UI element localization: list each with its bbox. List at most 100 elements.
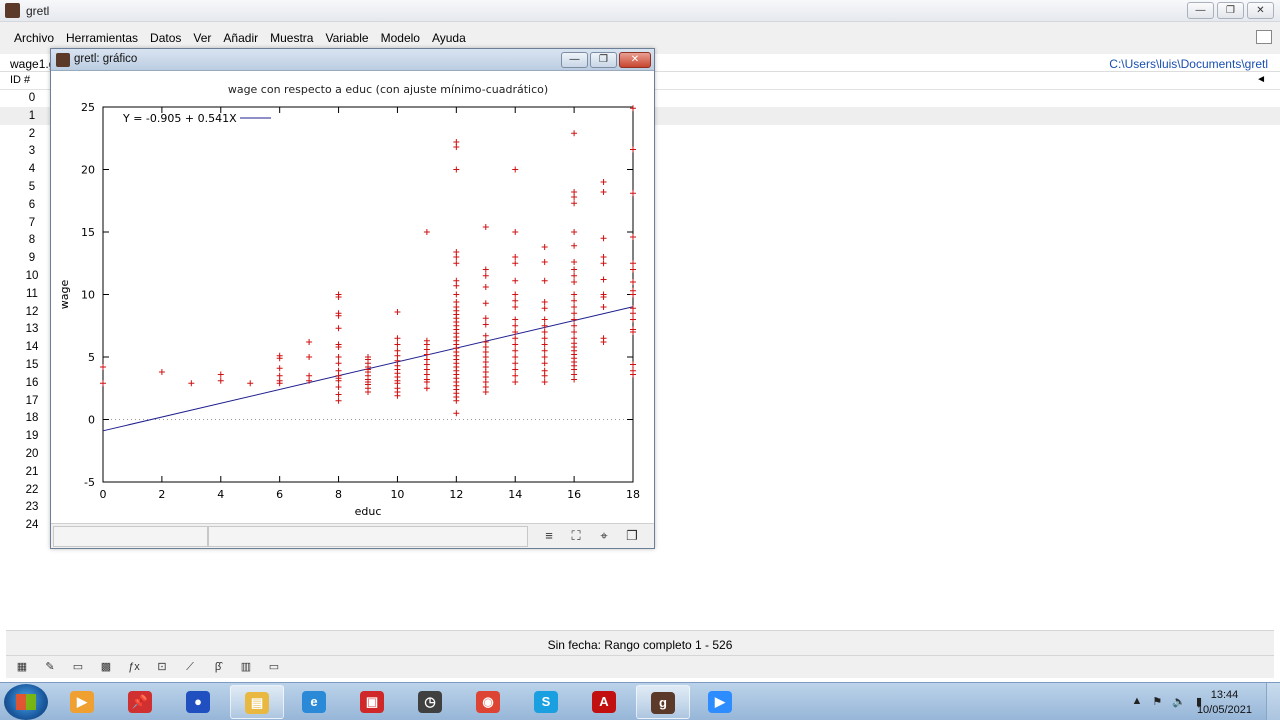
clock[interactable]: 13:44 10/05/2021: [1197, 688, 1252, 718]
data-point: [512, 354, 519, 360]
data-point: [482, 266, 489, 273]
data-point: [600, 276, 607, 283]
database-icon[interactable]: ▥: [238, 659, 254, 675]
taskbar-video-app[interactable]: ▣: [346, 685, 400, 719]
menu-ayuda[interactable]: Ayuda: [426, 31, 472, 45]
data-point: [512, 260, 519, 267]
x-tick-label: 14: [508, 488, 522, 501]
tray-expand-icon[interactable]: ▲: [1131, 695, 1142, 708]
graph-close-button[interactable]: ✕: [619, 52, 651, 68]
data-point: [482, 315, 489, 322]
function-icon[interactable]: ƒx: [126, 659, 142, 675]
menu-archivo[interactable]: Archivo: [8, 31, 60, 45]
taskbar-explorer[interactable]: ▤: [230, 685, 284, 719]
menu-muestra[interactable]: Muestra: [264, 31, 319, 45]
data-point: [512, 229, 519, 235]
graph-titlebar: gretl: gráfico — ❐ ✕: [51, 49, 654, 71]
menu-datos[interactable]: Datos: [144, 31, 187, 45]
window-title: gretl: [26, 4, 50, 18]
data-point: [482, 389, 489, 395]
data-point: [365, 389, 371, 395]
help-icon[interactable]: ⊡: [154, 659, 170, 675]
graph-icon[interactable]: ⟋: [182, 659, 198, 675]
taskbar-internet-explorer[interactable]: e: [288, 685, 342, 719]
pin-app-icon: 📌: [128, 691, 152, 713]
y-tick-label: 20: [81, 164, 95, 177]
data-point: [512, 372, 519, 379]
data-point: [453, 282, 460, 289]
maximize-button[interactable]: ❐: [1217, 2, 1244, 19]
data-point: [541, 341, 548, 348]
clock-app-icon: ◷: [418, 691, 442, 713]
taskbar-chrome[interactable]: ◉: [462, 685, 516, 719]
data-point: [600, 189, 607, 195]
beta-icon[interactable]: β̂: [210, 659, 226, 675]
data-point: [453, 254, 460, 260]
data-point: [630, 316, 636, 323]
folder-icon[interactable]: ▭: [266, 659, 282, 675]
taskbar-acrobat[interactable]: A: [578, 685, 632, 719]
taskbar-pin-app[interactable]: 📌: [114, 685, 168, 719]
zoom-icon: ▶: [708, 691, 732, 713]
graph-minimize-button[interactable]: —: [561, 52, 588, 68]
menu-anadir[interactable]: Añadir: [217, 31, 264, 45]
taskbar-user-app[interactable]: ●: [172, 685, 226, 719]
data-point: [571, 376, 578, 383]
working-directory-path[interactable]: C:\Users\luis\Documents\gretl: [1109, 57, 1268, 71]
taskbar-skype[interactable]: S: [520, 685, 574, 719]
menu-herramientas[interactable]: Herramientas: [60, 31, 144, 45]
data-point: [394, 309, 401, 315]
data-point: [188, 380, 195, 387]
data-point: [482, 332, 489, 339]
menu-icon[interactable]: ≡: [541, 528, 557, 544]
taskbar-gretl[interactable]: g: [636, 685, 690, 719]
data-point: [423, 229, 430, 235]
data-point: [541, 305, 548, 312]
x-tick-label: 2: [158, 488, 165, 501]
data-point: [571, 229, 578, 235]
start-button[interactable]: [4, 684, 48, 720]
graph-maximize-button[interactable]: ❐: [590, 52, 617, 68]
gretl-app-icon: [5, 3, 20, 18]
network-icon[interactable]: ⚑: [1152, 695, 1162, 708]
chart-title: wage con respecto a educ (con ajuste mín…: [228, 83, 548, 96]
data-point: [512, 254, 519, 260]
data-point: [630, 371, 636, 378]
data-point: [571, 266, 578, 273]
taskbar-clock-app[interactable]: ◷: [404, 685, 458, 719]
x-tick-label: 0: [100, 488, 107, 501]
volume-icon[interactable]: 🔈: [1172, 695, 1186, 708]
calculator-icon[interactable]: ▦: [14, 659, 30, 675]
show-desktop-button[interactable]: [1266, 683, 1280, 720]
data-point: [630, 260, 636, 267]
data-point: [512, 166, 519, 173]
session-icon[interactable]: ▩: [98, 659, 114, 675]
system-tray: ▲ ⚑ 🔈 ▮: [1131, 695, 1202, 708]
menu-ver[interactable]: Ver: [187, 31, 217, 45]
data-point: [630, 146, 636, 153]
close-button[interactable]: ✕: [1247, 2, 1274, 19]
id-column-header[interactable]: ID #: [10, 74, 30, 86]
menu-modelo[interactable]: Modelo: [375, 31, 426, 45]
y-tick-label: 25: [81, 101, 95, 114]
data-point: [482, 272, 489, 279]
script-icon[interactable]: ✎: [42, 659, 58, 675]
data-point: [100, 380, 106, 387]
taskbar-media-player[interactable]: ▶: [56, 685, 110, 719]
scroll-left-icon[interactable]: ◄: [1256, 74, 1266, 85]
gretl-app-icon: [56, 53, 70, 67]
zoom-icon[interactable]: ⛶: [568, 528, 584, 544]
video-app-icon: ▣: [360, 691, 384, 713]
data-point: [512, 360, 519, 367]
taskbar-zoom[interactable]: ▶: [694, 685, 748, 719]
minimize-button[interactable]: —: [1187, 2, 1214, 19]
crosshair-icon[interactable]: ⌖: [596, 528, 612, 544]
data-point: [600, 339, 607, 345]
data-point: [571, 130, 578, 137]
window-icon[interactable]: ❐: [624, 528, 640, 544]
restore-pane-icon[interactable]: [1256, 30, 1272, 44]
x-tick-label: 6: [276, 488, 283, 501]
window-controls: — ❐ ✕: [1187, 2, 1274, 19]
menu-variable[interactable]: Variable: [319, 31, 374, 45]
console-icon[interactable]: ▭: [70, 659, 86, 675]
